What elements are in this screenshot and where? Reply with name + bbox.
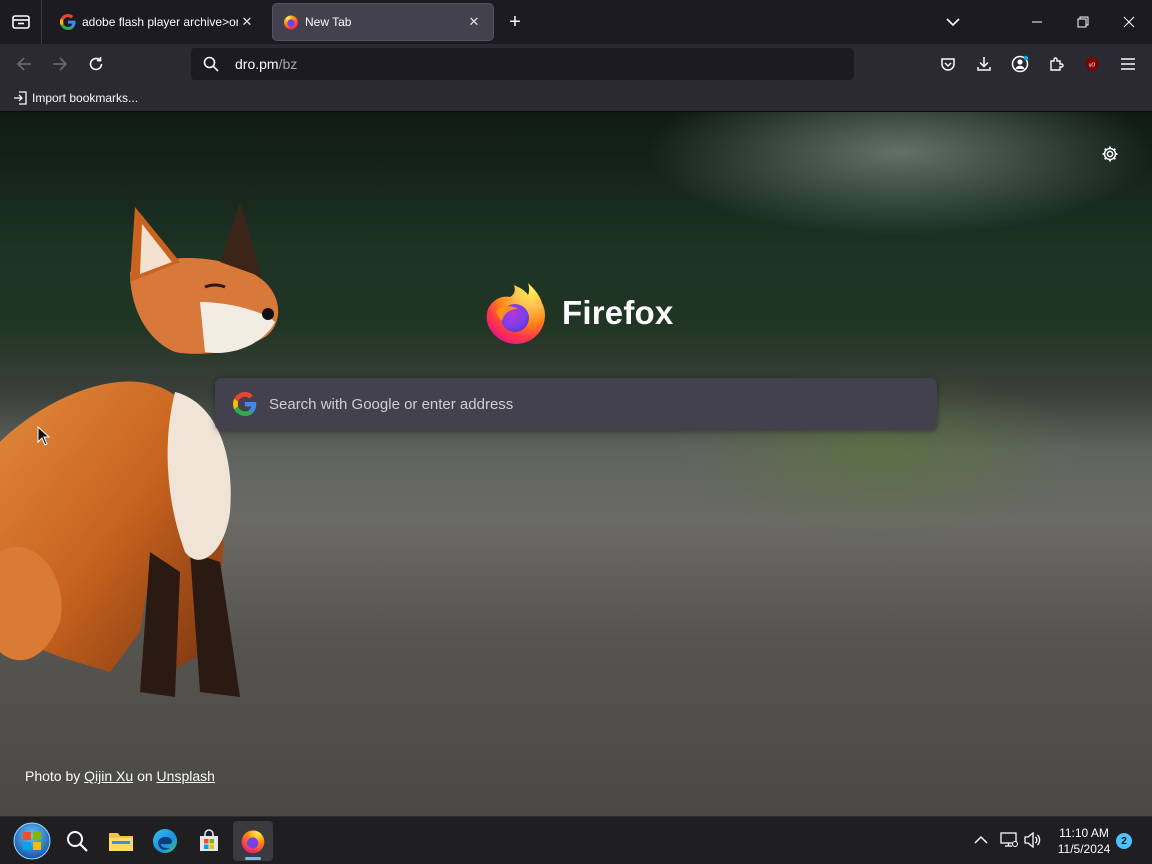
newtab-search-input[interactable] — [269, 395, 869, 413]
google-g-icon — [233, 392, 257, 416]
import-bookmarks-button[interactable]: Import bookmarks... — [12, 89, 138, 107]
firefox-icon — [283, 14, 299, 30]
import-bookmarks-label: Import bookmarks... — [32, 91, 139, 105]
new-tab-page: Firefox Photo by Qijin Xu on Unsplash — [0, 112, 1152, 816]
system-clock[interactable]: 11:10 AM 11/5/2024 — [1050, 825, 1118, 857]
plus-icon: + — [509, 10, 521, 33]
chevron-down-icon — [946, 18, 960, 27]
download-icon — [977, 57, 991, 71]
ublock-origin-button[interactable]: uO — [1078, 50, 1106, 78]
forward-button[interactable] — [45, 49, 75, 79]
firefox-view-button[interactable] — [0, 0, 42, 44]
close-window-button[interactable] — [1106, 0, 1152, 44]
windows-start-orb-icon — [13, 822, 51, 860]
minimize-button[interactable] — [1014, 0, 1060, 44]
reload-button[interactable] — [81, 49, 111, 79]
pocket-icon — [941, 58, 955, 71]
navigation-toolbar: dro.pm/bz uO — [0, 44, 1152, 84]
new-tab-button[interactable]: + — [502, 8, 528, 36]
show-hidden-icons-button[interactable] — [970, 829, 992, 851]
chevron-up-icon — [974, 835, 988, 844]
address-bar[interactable]: dro.pm/bz — [191, 48, 854, 80]
tab-strip: adobe flash player archive>org ✕ New Tab… — [0, 0, 1152, 44]
hamburger-menu-icon — [1121, 58, 1135, 70]
extensions-button[interactable] — [1042, 50, 1070, 78]
ublock-icon: uO — [1086, 57, 1098, 71]
volume-control[interactable] — [1022, 829, 1044, 851]
arrow-right-icon — [53, 57, 68, 71]
edge-icon — [153, 829, 177, 853]
restore-button[interactable] — [1060, 0, 1106, 44]
clock-time: 11:10 AM — [1059, 826, 1109, 840]
personalize-button[interactable] — [1100, 144, 1120, 164]
taskbar-firefox[interactable] — [233, 821, 273, 861]
svg-text:uO: uO — [1089, 63, 1096, 69]
firefox-logo: Firefox — [484, 280, 673, 346]
gear-icon — [1102, 146, 1118, 162]
clock-date: 11/5/2024 — [1057, 842, 1111, 856]
network-icon — [1000, 832, 1018, 847]
close-tab-icon[interactable]: ✕ — [238, 13, 256, 31]
minimize-icon — [1032, 21, 1042, 23]
app-menu-button[interactable] — [1114, 50, 1142, 78]
downloads-button[interactable] — [970, 50, 998, 78]
url-text[interactable]: dro.pm/bz — [235, 56, 297, 72]
taskbar-store[interactable] — [189, 821, 229, 861]
search-icon — [203, 55, 221, 73]
firefox-icon — [241, 830, 265, 854]
mouse-cursor-icon — [37, 426, 51, 446]
network-status[interactable] — [998, 829, 1020, 851]
firefox-view-icon — [11, 15, 30, 29]
back-button[interactable] — [9, 49, 39, 79]
arrow-left-icon — [16, 57, 31, 71]
close-tab-icon[interactable]: ✕ — [465, 13, 483, 31]
credit-site-link[interactable]: Unsplash — [157, 768, 215, 784]
close-icon — [1123, 16, 1135, 28]
search-icon — [67, 831, 88, 852]
google-g-icon — [60, 14, 76, 30]
tab-google-search[interactable]: adobe flash player archive>org ✕ — [50, 4, 266, 40]
newtab-search-box[interactable] — [215, 378, 937, 430]
photo-credit: Photo by Qijin Xu on Unsplash — [25, 768, 215, 784]
taskbar-edge[interactable] — [145, 821, 185, 861]
store-icon — [200, 829, 218, 851]
windows-taskbar: 11:10 AM 11/5/2024 2 — [0, 816, 1152, 864]
bookmarks-toolbar: Import bookmarks... — [0, 84, 1152, 112]
taskbar-file-explorer[interactable] — [101, 821, 141, 861]
credit-middle: on — [133, 768, 157, 784]
credit-prefix: Photo by — [25, 768, 85, 784]
taskbar-search-button[interactable] — [57, 821, 97, 861]
tab-title: New Tab — [305, 15, 352, 29]
folder-icon — [109, 833, 133, 851]
credit-author-link[interactable]: Qijin Xu — [84, 768, 133, 784]
url-host: dro.pm — [235, 56, 279, 72]
firefox-wordmark: Firefox — [562, 294, 674, 331]
account-button[interactable] — [1006, 50, 1034, 78]
notification-badge[interactable]: 2 — [1116, 833, 1132, 849]
tab-title: adobe flash player archive>org — [82, 15, 238, 29]
restore-icon — [1077, 16, 1089, 28]
tab-new-tab[interactable]: New Tab ✕ — [273, 4, 493, 40]
import-icon — [12, 90, 28, 106]
url-path: /bz — [278, 56, 298, 72]
speaker-icon — [1024, 832, 1041, 848]
firefox-logo-icon — [486, 283, 545, 344]
puzzle-icon — [1050, 57, 1064, 71]
start-button[interactable] — [12, 821, 52, 861]
reload-icon — [89, 57, 103, 71]
account-icon — [1011, 55, 1029, 73]
list-all-tabs-button[interactable] — [940, 10, 966, 34]
pocket-button[interactable] — [934, 50, 962, 78]
